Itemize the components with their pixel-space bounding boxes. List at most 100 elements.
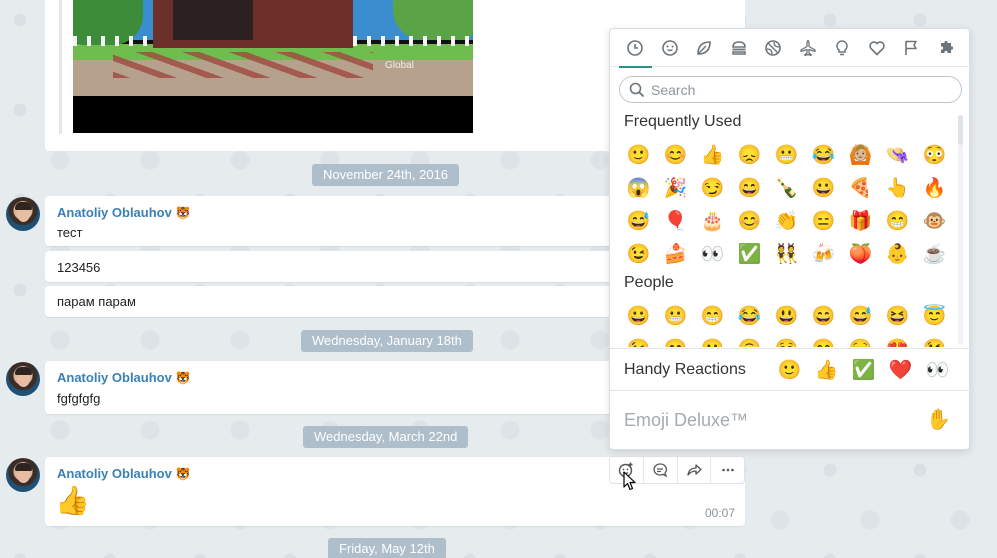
- sender-name[interactable]: Anatoliy Oblauhov 🐯: [57, 205, 191, 220]
- emoji-button[interactable]: 😱: [620, 171, 657, 204]
- handy-reaction-button[interactable]: ❤️: [882, 355, 919, 385]
- handy-reaction-button[interactable]: 👀: [919, 355, 956, 385]
- emoji-button[interactable]: 😑: [805, 204, 842, 237]
- emoji-button[interactable]: 😀: [805, 171, 842, 204]
- section-title-people: People: [624, 274, 674, 291]
- emoji-button[interactable]: 😞: [731, 138, 768, 171]
- emoji-button[interactable]: 😁: [694, 299, 731, 332]
- sender-name[interactable]: Anatoliy Oblauhov 🐯: [57, 466, 191, 481]
- tab-recent[interactable]: [618, 29, 653, 68]
- emoji-button[interactable]: 😊: [657, 332, 694, 348]
- tab-activity[interactable]: [756, 29, 791, 67]
- emoji-search-input[interactable]: [651, 80, 951, 99]
- avatar[interactable]: [6, 362, 40, 396]
- sender-badge: 🐯: [175, 371, 191, 385]
- emoji-button[interactable]: 😅: [842, 299, 879, 332]
- emoji-button[interactable]: 😳: [916, 138, 953, 171]
- emoji-button[interactable]: 🎂: [694, 204, 731, 237]
- emoji-button[interactable]: 🙂: [694, 332, 731, 348]
- emoji-button[interactable]: 🎉: [657, 171, 694, 204]
- emoji-search[interactable]: [619, 76, 962, 103]
- emoji-button[interactable]: 🐵: [916, 204, 953, 237]
- emoji-button[interactable]: 👆: [879, 171, 916, 204]
- media-image[interactable]: Global: [73, 0, 473, 133]
- emoji-button[interactable]: 👒: [879, 138, 916, 171]
- frequently-used-grid: 🙂 😊 👍 😞 😬 😂 🙆🏼 👒 😳 😱 🎉 😏 😄 🍾 😀 🍕 👆 🔥 😅 🎈 🎂 😊 👏 😑 🎁 😁 🐵 😉 🍰 👀 ✅ 👯 🍻 🍑 👶 ☕: [620, 138, 953, 270]
- tab-symbols[interactable]: [860, 29, 895, 67]
- reply-icon: [653, 463, 668, 478]
- reply-button[interactable]: [644, 457, 678, 483]
- message-text: тест: [57, 225, 83, 240]
- ball-icon: [765, 40, 782, 56]
- tab-flags[interactable]: [894, 29, 929, 67]
- emoji-button[interactable]: ✅: [731, 237, 768, 270]
- quote-bar: [59, 0, 62, 134]
- emoji-button[interactable]: 👏: [768, 204, 805, 237]
- emoji-scrollbar[interactable]: [958, 115, 963, 345]
- emoji-button[interactable]: 😌: [842, 332, 879, 348]
- emoji-button[interactable]: 😏: [694, 171, 731, 204]
- emoji-button[interactable]: 😊: [657, 138, 694, 171]
- tab-objects[interactable]: [825, 29, 860, 67]
- emoji-button[interactable]: 😍: [879, 332, 916, 348]
- media-watermark: Global: [385, 60, 414, 71]
- date-divider: Friday, May 12th: [328, 538, 446, 558]
- emoji-button[interactable]: 🙂: [620, 138, 657, 171]
- emoji-button[interactable]: 🍻: [805, 237, 842, 270]
- emoji-button[interactable]: 😄: [731, 171, 768, 204]
- emoji-button[interactable]: 😘: [916, 332, 953, 348]
- emoji-button[interactable]: 🍑: [842, 237, 879, 270]
- emoji-button[interactable]: 😂: [731, 299, 768, 332]
- forward-button[interactable]: [678, 457, 712, 483]
- emoji-button[interactable]: 😂: [805, 138, 842, 171]
- tab-people[interactable]: [653, 29, 688, 67]
- deluxe-hand-icon[interactable]: ✋: [926, 407, 951, 432]
- emoji-button[interactable]: 😉: [620, 332, 657, 348]
- emoji-button[interactable]: 🎁: [842, 204, 879, 237]
- handy-reaction-button[interactable]: 👍: [808, 355, 845, 385]
- emoji-button[interactable]: 😅: [620, 204, 657, 237]
- emoji-button[interactable]: 😬: [768, 138, 805, 171]
- plane-icon: [800, 39, 816, 57]
- emoji-scrollbar-thumb[interactable]: [958, 115, 963, 145]
- forward-icon: [687, 464, 702, 476]
- emoji-button[interactable]: 😉: [620, 237, 657, 270]
- emoji-button[interactable]: 😇: [916, 299, 953, 332]
- sender-name[interactable]: Anatoliy Oblauhov 🐯: [57, 370, 191, 385]
- emoji-button[interactable]: 🔥: [916, 171, 953, 204]
- emoji-button[interactable]: 😃: [768, 299, 805, 332]
- emoji-button[interactable]: ☺️: [768, 332, 805, 348]
- tab-custom[interactable]: [929, 29, 964, 67]
- mouse-cursor-icon: [623, 471, 636, 491]
- emoji-button[interactable]: 😄: [805, 299, 842, 332]
- emoji-button[interactable]: 👶: [879, 237, 916, 270]
- emoji-button[interactable]: 😁: [879, 204, 916, 237]
- emoji-button[interactable]: 😬: [657, 299, 694, 332]
- tab-travel[interactable]: [791, 29, 826, 67]
- emoji-button[interactable]: 🍾: [768, 171, 805, 204]
- puzzle-icon: [940, 40, 953, 53]
- tab-food[interactable]: [722, 29, 757, 67]
- emoji-button[interactable]: 😀: [620, 299, 657, 332]
- emoji-button[interactable]: 🙆🏼: [842, 138, 879, 171]
- sender-badge: 🐯: [175, 206, 191, 220]
- emoji-button[interactable]: 🎈: [657, 204, 694, 237]
- tab-nature[interactable]: [687, 29, 722, 67]
- avatar[interactable]: [6, 197, 40, 231]
- emoji-button[interactable]: 😊: [731, 204, 768, 237]
- emoji-button[interactable]: 🍰: [657, 237, 694, 270]
- leaf-icon: [697, 41, 712, 55]
- emoji-button[interactable]: 😋: [805, 332, 842, 348]
- more-button[interactable]: [711, 457, 744, 483]
- emoji-button[interactable]: 🙃: [731, 332, 768, 348]
- handy-reaction-button[interactable]: ✅: [845, 355, 882, 385]
- emoji-scroll-area[interactable]: Frequently Used 🙂 😊 👍 😞 😬 😂 🙆🏼 👒 😳 😱 🎉 😏 😄 🍾 😀 🍕 👆 🔥 😅 🎈 🎂 😊 👏…: [610, 109, 971, 347]
- emoji-button[interactable]: 👍: [694, 138, 731, 171]
- emoji-button[interactable]: 👯: [768, 237, 805, 270]
- emoji-button[interactable]: 🍕: [842, 171, 879, 204]
- emoji-button[interactable]: 👀: [694, 237, 731, 270]
- emoji-button[interactable]: ☕: [916, 237, 953, 270]
- avatar[interactable]: [6, 458, 40, 492]
- handy-reaction-button[interactable]: 🙂: [771, 355, 808, 385]
- emoji-button[interactable]: 😆: [879, 299, 916, 332]
